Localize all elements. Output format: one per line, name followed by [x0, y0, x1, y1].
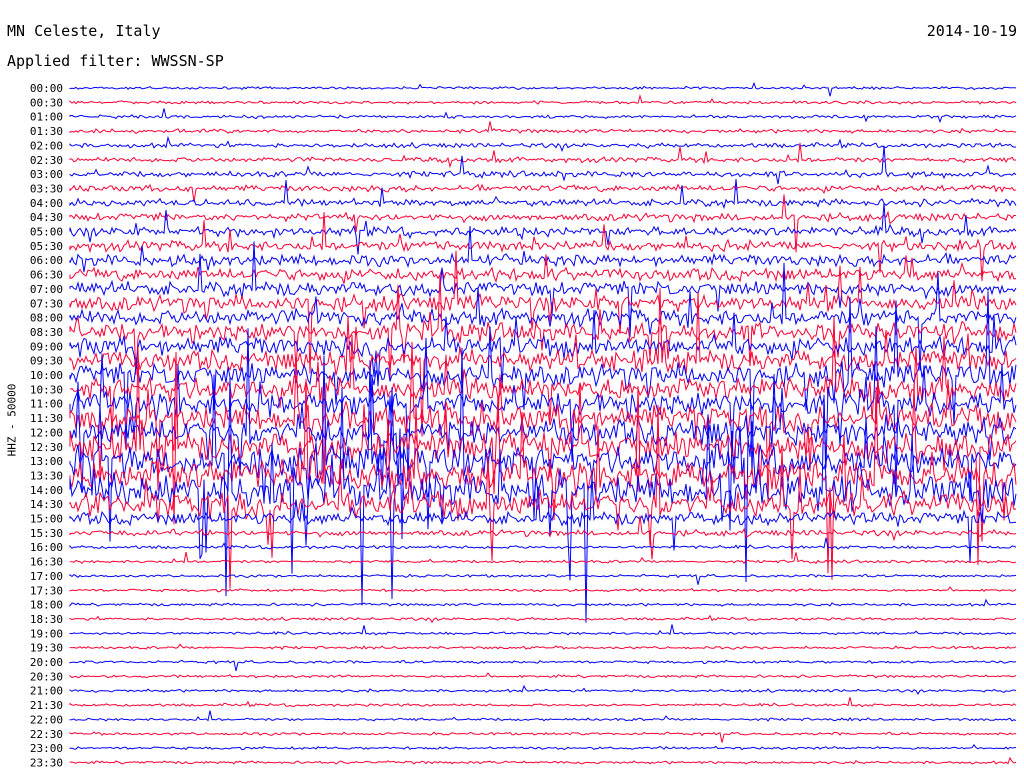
row-label: 18:00	[30, 599, 63, 612]
row-label: 21:30	[30, 699, 63, 712]
row-label: 10:00	[30, 369, 63, 382]
row-label: 11:30	[30, 412, 63, 425]
row-label: 12:30	[30, 441, 63, 454]
trace-line	[69, 731, 1016, 743]
row-label: 09:00	[30, 340, 63, 353]
trace-line	[69, 135, 1017, 153]
trace-line	[69, 94, 1017, 105]
trace-line	[69, 328, 1017, 540]
row-label: 01:00	[30, 111, 63, 124]
trace-line	[69, 145, 1017, 185]
row-label: 19:00	[30, 627, 63, 640]
row-label: 15:00	[30, 513, 63, 526]
trace-line	[69, 203, 1017, 255]
row-label: 14:30	[30, 498, 63, 511]
trace-line	[69, 551, 1017, 565]
trace-line	[69, 598, 1017, 608]
row-label: 14:00	[30, 484, 63, 497]
trace-line	[69, 537, 1017, 550]
trace-line	[69, 659, 1017, 672]
row-label: 16:30	[30, 556, 63, 569]
trace-line	[69, 179, 1017, 210]
row-label: 23:30	[30, 756, 63, 769]
trace-line	[69, 121, 1017, 135]
row-label: 22:00	[30, 713, 63, 726]
row-label: 02:00	[30, 139, 63, 152]
row-label: 06:30	[30, 269, 63, 282]
row-label: 22:30	[30, 728, 63, 741]
row-label: 03:30	[30, 182, 63, 195]
row-label: 08:30	[30, 326, 63, 339]
trace-group	[69, 81, 1017, 765]
trace-line	[69, 515, 1017, 560]
row-label: 00:30	[30, 96, 63, 109]
trace-line	[69, 672, 1017, 679]
row-label: 20:30	[30, 670, 63, 683]
station-title: MN Celeste, Italy	[7, 22, 161, 40]
row-label: 21:00	[30, 685, 63, 698]
row-label: 17:30	[30, 584, 63, 597]
trace-line	[69, 108, 1017, 124]
row-label: 07:00	[30, 283, 63, 296]
row-label: 07:30	[30, 297, 63, 310]
row-label: 01:30	[30, 125, 63, 138]
row-label: 09:30	[30, 355, 63, 368]
trace-line	[69, 710, 1017, 722]
row-label: 19:30	[30, 642, 63, 655]
trace-line	[69, 624, 1017, 636]
row-label: 02:30	[30, 154, 63, 167]
trace-line	[69, 573, 1017, 585]
trace-line	[69, 743, 1017, 751]
row-label: 17:00	[30, 570, 63, 583]
row-label: 23:00	[30, 742, 63, 755]
row-label: 13:30	[30, 469, 63, 482]
row-label: 16:00	[30, 541, 63, 554]
row-label: 00:00	[30, 82, 63, 95]
date-label: 2014-10-19	[926, 22, 1017, 40]
row-label: 18:30	[30, 613, 63, 626]
row-label: 08:00	[30, 312, 63, 325]
trace-line	[69, 756, 1017, 765]
row-label: 12:00	[30, 426, 63, 439]
trace-line	[69, 614, 1017, 624]
row-label: 10:30	[30, 383, 63, 396]
trace-line	[69, 241, 1017, 338]
row-label: 04:00	[30, 197, 63, 210]
trace-line	[69, 643, 1017, 651]
trace-line	[69, 378, 1017, 580]
y-axis-label: HHZ - 50000	[5, 383, 19, 457]
row-label: 05:30	[30, 240, 63, 253]
row-label: 05:00	[30, 226, 63, 239]
seismogram-chart: 00:00 00:30 01:00 01:30 02:00 02:30 03:00 03:30…	[0, 0, 1024, 780]
row-label: 06:00	[30, 254, 63, 267]
trace-line	[69, 684, 1017, 695]
trace-line	[69, 697, 1017, 708]
trace-line	[69, 183, 1017, 203]
trace-line	[69, 586, 1017, 593]
row-label: 13:00	[30, 455, 63, 468]
trace-line	[69, 142, 1017, 169]
row-label: 03:00	[30, 168, 63, 181]
helicorder-plot: 00:0000:30 01:0001:3002:00 02:3003:0003:30…	[30, 81, 1017, 769]
trace-line	[69, 81, 1017, 97]
row-label: 11:00	[30, 398, 63, 411]
trace-line	[69, 287, 1017, 437]
row-label: 15:30	[30, 527, 63, 540]
row-label-group: 00:0000:30 01:0001:3002:00 02:3003:0003:30…	[30, 82, 63, 769]
filter-subtitle: Applied filter: WWSSN-SP	[7, 52, 224, 70]
row-label: 20:00	[30, 656, 63, 669]
row-label: 04:30	[30, 211, 63, 224]
